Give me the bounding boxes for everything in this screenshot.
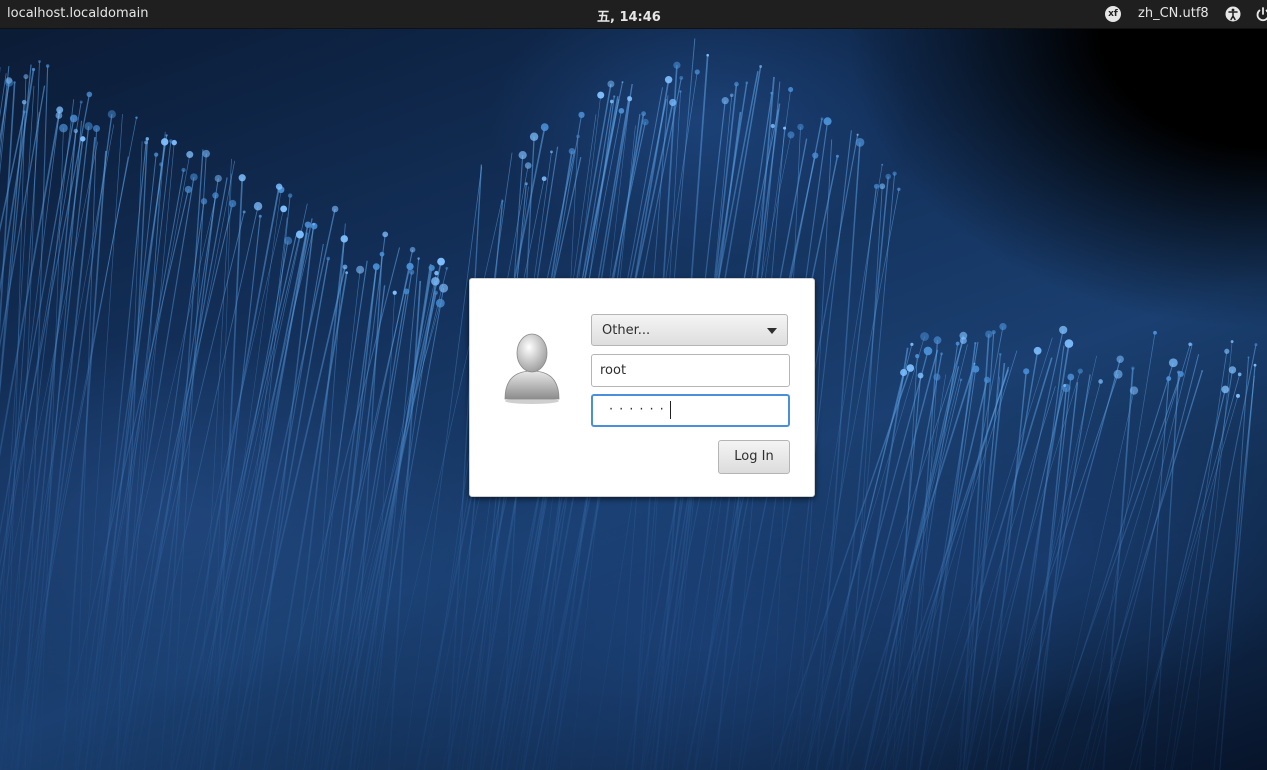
- password-mask: ······: [609, 402, 670, 418]
- keyboard-layout-icon[interactable]: xf: [1105, 6, 1121, 22]
- password-field[interactable]: ······: [591, 394, 790, 427]
- power-icon[interactable]: [1255, 6, 1267, 22]
- login-dialog: Other... root ······ Log In: [469, 278, 815, 497]
- user-select-dropdown[interactable]: Other...: [591, 314, 788, 346]
- text-caret: [669, 401, 671, 419]
- user-select-value: Other...: [602, 323, 651, 338]
- hostname-label: localhost.localdomain: [7, 6, 149, 21]
- user-avatar-icon: [504, 333, 560, 404]
- username-value: root: [600, 363, 627, 378]
- top-panel: localhost.localdomain 五, 14:46 xf zh_CN.…: [0, 0, 1267, 29]
- chevron-down-icon: [767, 328, 777, 334]
- clock-menu[interactable]: 五, 14:46: [597, 6, 661, 25]
- username-field[interactable]: root: [591, 354, 790, 387]
- locale-label[interactable]: zh_CN.utf8: [1138, 6, 1209, 21]
- login-button[interactable]: Log In: [718, 440, 790, 474]
- accessibility-icon[interactable]: [1225, 6, 1241, 22]
